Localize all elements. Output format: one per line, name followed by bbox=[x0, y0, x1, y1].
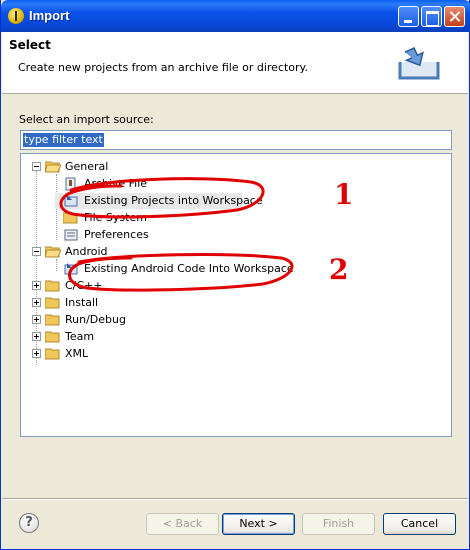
tree-label: File System bbox=[84, 211, 147, 224]
folder-icon bbox=[45, 297, 60, 309]
tree-label: XML bbox=[65, 347, 89, 360]
collapse-toggle-icon[interactable] bbox=[32, 162, 41, 171]
tree-item-existing-projects[interactable]: Existing Projects into Workspace bbox=[55, 193, 263, 209]
window-title: Import bbox=[29, 8, 70, 23]
tree-label: Existing Projects into Workspace bbox=[84, 194, 263, 207]
archive-file-icon bbox=[65, 177, 76, 191]
next-button[interactable]: Next > bbox=[222, 513, 295, 535]
banner-description: Create new projects from an archive file… bbox=[18, 61, 308, 74]
wizard-banner: Select Create new projects from an archi… bbox=[2, 32, 468, 94]
open-folder-icon bbox=[45, 161, 61, 173]
tree-connector bbox=[56, 259, 57, 271]
help-icon[interactable]: ? bbox=[19, 513, 39, 533]
expand-toggle-icon[interactable] bbox=[32, 315, 41, 324]
import-wizard-icon bbox=[398, 47, 440, 80]
tree-label: General bbox=[65, 160, 109, 173]
tree-label: Run/Debug bbox=[65, 313, 126, 326]
button-separator bbox=[2, 498, 468, 500]
collapse-toggle-icon[interactable] bbox=[32, 247, 41, 256]
cancel-button[interactable]: Cancel bbox=[383, 513, 456, 535]
minimize-button[interactable] bbox=[398, 6, 419, 27]
annotation-number-1: 1 bbox=[334, 178, 354, 211]
filter-input[interactable]: type filter text bbox=[20, 130, 452, 150]
banner-title: Select bbox=[9, 38, 51, 52]
tree-label: Existing Android Code Into Workspace bbox=[84, 262, 294, 275]
preferences-icon bbox=[64, 229, 78, 241]
folder-icon bbox=[45, 280, 60, 292]
filter-input-text: type filter text bbox=[23, 133, 104, 147]
import-source-label: Select an import source: bbox=[19, 113, 154, 126]
folder-icon bbox=[45, 314, 60, 326]
tree-label: Install bbox=[65, 296, 99, 309]
eclipse-app-icon bbox=[8, 8, 24, 24]
expand-toggle-icon[interactable] bbox=[32, 349, 41, 358]
expand-toggle-icon[interactable] bbox=[32, 281, 41, 290]
folder-icon bbox=[45, 331, 60, 343]
open-folder-icon bbox=[45, 246, 61, 258]
folder-icon bbox=[45, 348, 60, 360]
tree-label: Team bbox=[65, 330, 95, 343]
expand-toggle-icon[interactable] bbox=[32, 332, 41, 341]
finish-button[interactable]: Finish bbox=[302, 513, 375, 535]
tree-label: Preferences bbox=[84, 228, 149, 241]
title-bar: Import bbox=[1, 0, 470, 32]
back-button[interactable]: < Back bbox=[146, 513, 219, 535]
import-source-tree[interactable]: General Archive File Existing Projects i… bbox=[20, 153, 452, 437]
tree-label: Archive File bbox=[84, 177, 148, 190]
tree-label: Android bbox=[65, 245, 108, 258]
android-project-icon bbox=[64, 263, 78, 275]
close-button[interactable] bbox=[444, 6, 465, 27]
import-dialog: Import Select Create new projects from a… bbox=[0, 0, 470, 550]
annotation-number-2: 2 bbox=[329, 253, 349, 286]
expand-toggle-icon[interactable] bbox=[32, 298, 41, 307]
project-icon bbox=[64, 195, 78, 207]
maximize-button[interactable] bbox=[421, 6, 442, 27]
folder-icon bbox=[63, 212, 78, 224]
tree-label: C/C++ bbox=[65, 279, 103, 292]
